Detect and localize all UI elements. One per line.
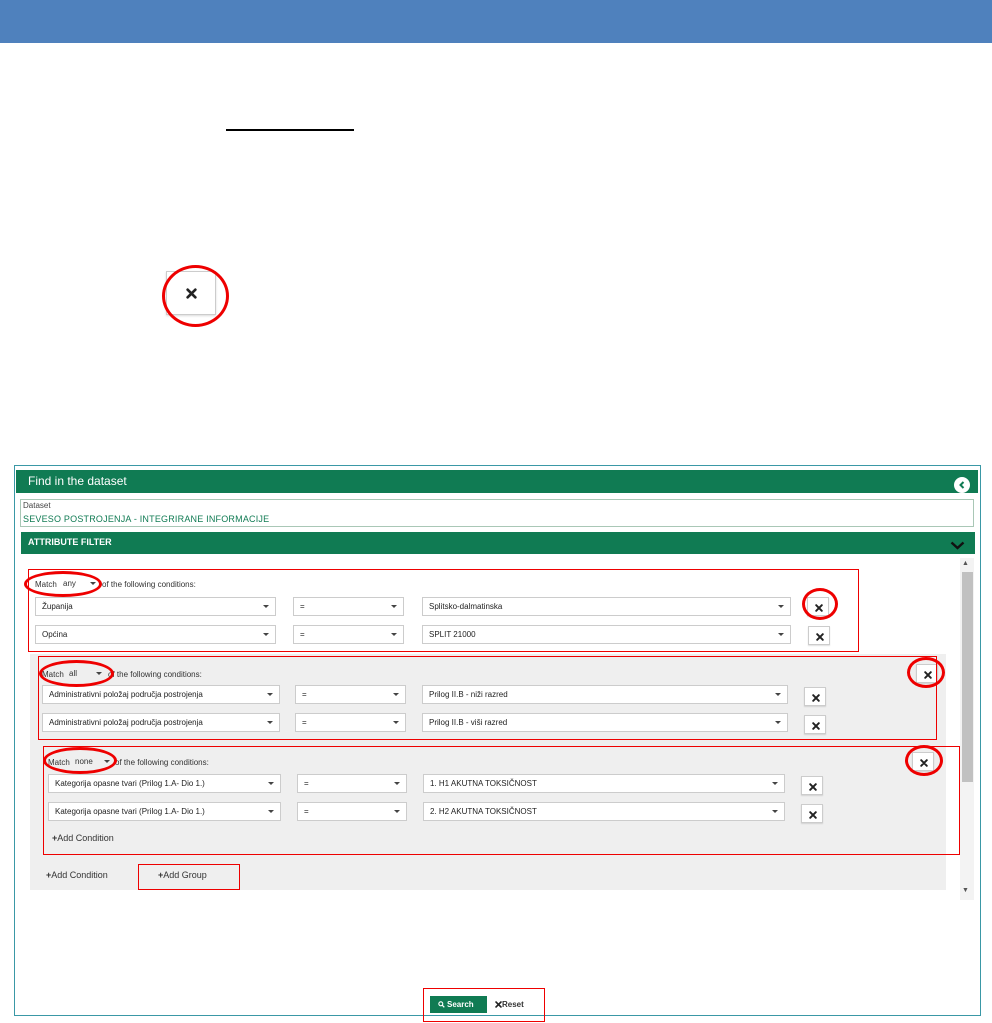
scrollbar-thumb[interactable] <box>962 572 973 782</box>
annotation-box <box>138 864 240 890</box>
annotation-circle <box>905 745 943 776</box>
annotation-box <box>38 656 937 740</box>
underline-rule <box>226 129 354 131</box>
panel-title: Find in the dataset <box>28 474 127 488</box>
find-panel-header: Find in the dataset <box>16 470 978 493</box>
chevron-left-icon <box>959 481 965 489</box>
annotation-box <box>28 569 859 652</box>
dataset-value: SEVESO POSTROJENJA - INTEGRIRANE INFORMA… <box>23 514 270 524</box>
annotation-circle <box>24 571 102 597</box>
attribute-filter-title: ATTRIBUTE FILTER <box>28 537 112 547</box>
annotation-circle <box>162 265 229 327</box>
document-header-bar <box>0 0 992 43</box>
scroll-up-arrow[interactable]: ▲ <box>962 560 969 567</box>
dataset-label: Dataset <box>23 501 51 510</box>
add-condition-label: Add Condition <box>51 870 108 880</box>
annotation-circle <box>43 747 117 774</box>
chevron-down-icon <box>950 541 965 550</box>
collapse-panel-button[interactable] <box>954 477 970 493</box>
attribute-filter-header[interactable]: ATTRIBUTE FILTER <box>21 532 975 554</box>
annotation-circle <box>802 588 838 620</box>
scroll-down-arrow[interactable]: ▼ <box>962 887 969 894</box>
annotation-box <box>423 988 545 1022</box>
annotation-circle <box>907 657 945 688</box>
annotation-box <box>43 746 960 855</box>
add-condition-link[interactable]: +Add Condition <box>46 870 108 880</box>
annotation-circle <box>39 660 114 687</box>
